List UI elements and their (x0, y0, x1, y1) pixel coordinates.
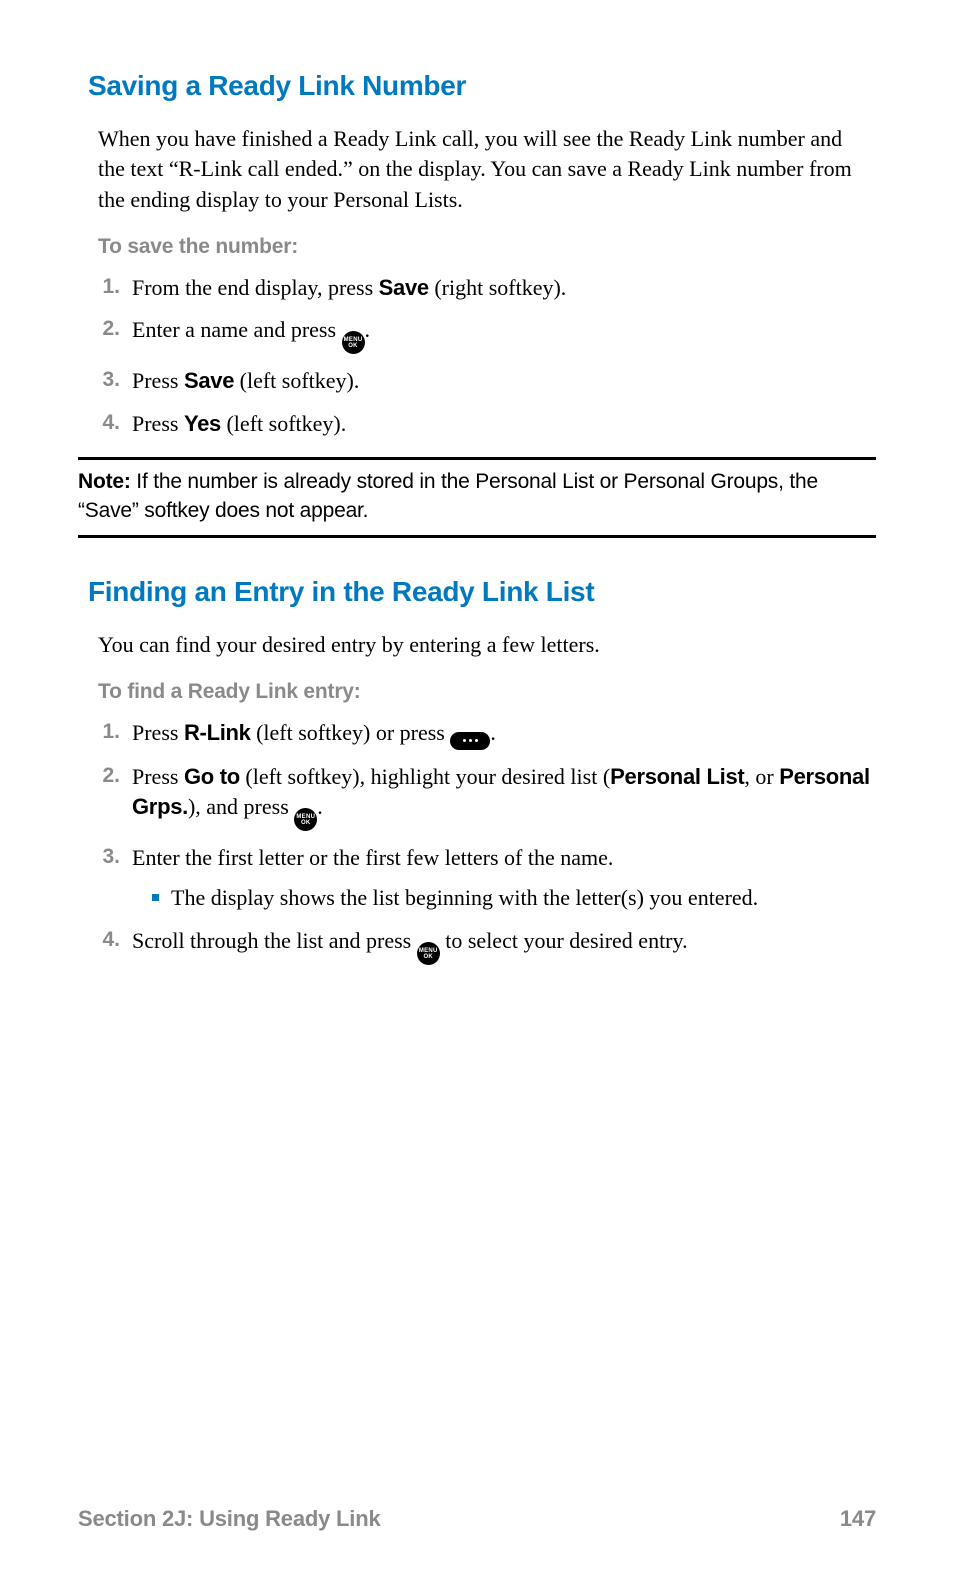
footer-page-number: 147 (840, 1506, 876, 1532)
step-text: Press Go to (left softkey), highlight yo… (132, 762, 876, 831)
document-page: Saving a Ready Link Number When you have… (0, 0, 954, 965)
heading-finding: Finding an Entry in the Ready Link List (88, 576, 876, 608)
text-fragment: (left softkey). (234, 368, 359, 393)
text-fragment: From the end display, press (132, 275, 379, 300)
step-number: 2. (98, 762, 132, 791)
text-fragment: . (317, 794, 323, 819)
text-fragment: , or (744, 764, 779, 789)
footer-section-label: Section 2J: Using Ready Link (78, 1506, 380, 1532)
text-fragment: Enter the first letter or the first few … (132, 845, 613, 870)
step-item: 1. From the end display, press Save (rig… (98, 273, 876, 303)
text-fragment: Press (132, 720, 184, 745)
menu-ok-icon: MENUOK (342, 331, 365, 354)
step-number: 1. (98, 273, 132, 302)
steps-find: 1. Press R-Link (left softkey) or press … (98, 718, 876, 965)
bold-label: Save (379, 275, 429, 300)
dot-icon (469, 739, 472, 742)
text-fragment: . (490, 720, 496, 745)
step-number: 2. (98, 315, 132, 344)
step-number: 3. (98, 366, 132, 395)
bold-label: R-Link (184, 720, 251, 745)
note-text: If the number is already stored in the P… (78, 470, 818, 521)
intro-saving: When you have finished a Ready Link call… (98, 124, 871, 215)
steps-save: 1. From the end display, press Save (rig… (98, 273, 876, 439)
dot-icon (463, 739, 466, 742)
step-text: From the end display, press Save (right … (132, 273, 876, 303)
step-item: 2. Press Go to (left softkey), highlight… (98, 762, 876, 831)
text-fragment: . (365, 317, 371, 342)
step-number: 4. (98, 409, 132, 438)
bullet-item: The display shows the list beginning wit… (152, 883, 876, 913)
text-fragment: Press (132, 764, 184, 789)
note-label: Note: (78, 470, 131, 493)
icon-text: OK (348, 343, 358, 349)
text-fragment: Press (132, 368, 184, 393)
note-block: Note: If the number is already stored in… (78, 457, 876, 538)
step-item: 3. Enter the first letter or the first f… (98, 843, 876, 914)
bold-label: Yes (184, 411, 221, 436)
step-number: 1. (98, 718, 132, 747)
intro-finding: You can find your desired entry by enter… (98, 630, 871, 660)
subhead-save-number: To save the number: (98, 235, 876, 259)
text-fragment: ), and press (188, 794, 294, 819)
menu-ok-icon: MENUOK (294, 808, 317, 831)
bold-label: Go to (184, 764, 240, 789)
step-item: 1. Press R-Link (left softkey) or press … (98, 718, 876, 750)
text-fragment: Scroll through the list and press (132, 928, 417, 953)
menu-ok-icon: MENUOK (417, 942, 440, 965)
text-fragment: to select your desired entry. (440, 928, 688, 953)
text-fragment: (right softkey). (429, 275, 566, 300)
step-text: Scroll through the list and press MENUOK… (132, 926, 876, 965)
icon-text: OK (301, 820, 311, 826)
step-text: Press Save (left softkey). (132, 366, 876, 396)
step-item: 3. Press Save (left softkey). (98, 366, 876, 396)
step-text: Enter the first letter or the first few … (132, 843, 876, 914)
pill-button-icon (450, 732, 490, 750)
step-item: 4. Press Yes (left softkey). (98, 409, 876, 439)
step-item: 2. Enter a name and press MENUOK. (98, 315, 876, 354)
step-text: Enter a name and press MENUOK. (132, 315, 876, 354)
bullet-text: The display shows the list beginning wit… (171, 883, 758, 913)
step-number: 3. (98, 843, 132, 872)
step-number: 4. (98, 926, 132, 955)
dot-icon (475, 739, 478, 742)
page-footer: Section 2J: Using Ready Link 147 (78, 1506, 876, 1532)
sub-bullet-list: The display shows the list beginning wit… (152, 883, 876, 913)
bold-label: Personal List (610, 764, 744, 789)
text-fragment: (left softkey). (221, 411, 346, 436)
text-fragment: (left softkey), highlight your desired l… (240, 764, 610, 789)
bold-label: Save (184, 368, 234, 393)
text-fragment: Press (132, 411, 184, 436)
subhead-find-entry: To find a Ready Link entry: (98, 680, 876, 704)
step-text: Press Yes (left softkey). (132, 409, 876, 439)
text-fragment: Enter a name and press (132, 317, 342, 342)
heading-saving: Saving a Ready Link Number (88, 70, 876, 102)
square-bullet-icon (152, 894, 159, 901)
step-item: 4. Scroll through the list and press MEN… (98, 926, 876, 965)
icon-text: OK (423, 954, 433, 960)
step-text: Press R-Link (left softkey) or press . (132, 718, 876, 750)
text-fragment: (left softkey) or press (251, 720, 451, 745)
